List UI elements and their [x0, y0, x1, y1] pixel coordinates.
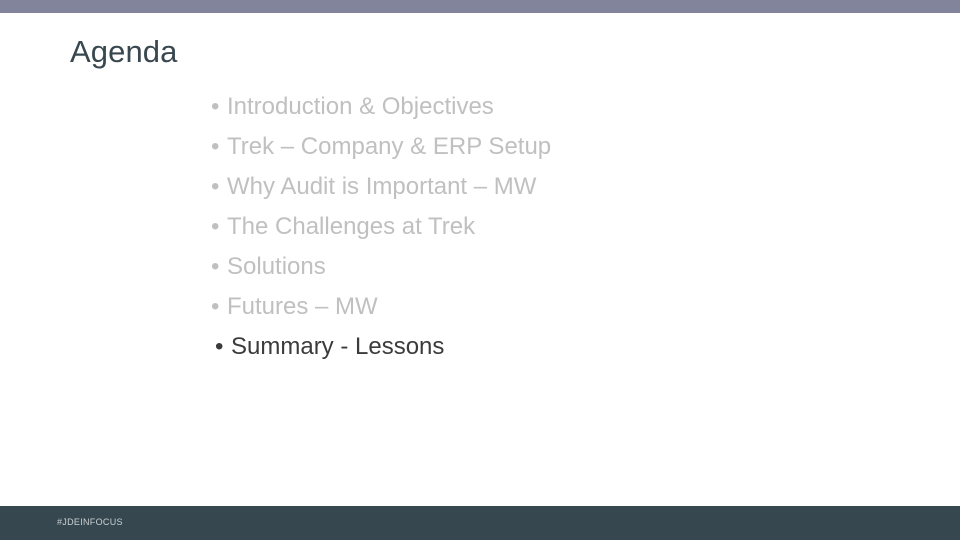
slide-canvas: Agenda • Introduction & Objectives • Tre… [0, 0, 960, 540]
bullet-icon: • [211, 213, 220, 240]
bullet-icon: • [211, 253, 220, 280]
list-item: • Why Audit is Important – MW [211, 167, 851, 207]
bullet-icon: • [211, 293, 220, 320]
agenda-item-label: Solutions [227, 253, 326, 280]
agenda-item-label: Why Audit is Important – MW [227, 173, 537, 200]
top-accent-bar [0, 0, 960, 13]
list-item: • The Challenges at Trek [211, 207, 851, 247]
bullet-icon: • [215, 333, 224, 360]
footer-bar [0, 506, 960, 540]
page-title: Agenda [70, 34, 178, 69]
agenda-item-label: Trek – Company & ERP Setup [227, 133, 552, 160]
bullet-icon: • [211, 133, 220, 160]
list-item: • Futures – MW [211, 287, 851, 327]
bullet-icon: • [211, 173, 220, 200]
agenda-item-label: Summary - Lessons [231, 333, 445, 360]
list-item: • Introduction & Objectives [211, 87, 851, 127]
footer-hashtag: #JDEINFOCUS [57, 517, 123, 527]
agenda-list: • Introduction & Objectives • Trek – Com… [211, 87, 851, 367]
agenda-item-label: Futures – MW [227, 293, 378, 320]
agenda-item-label: Introduction & Objectives [227, 93, 494, 120]
list-item: • Summary - Lessons [211, 327, 851, 367]
bullet-icon: • [211, 93, 220, 120]
list-item: • Trek – Company & ERP Setup [211, 127, 851, 167]
list-item: • Solutions [211, 247, 851, 287]
agenda-item-label: The Challenges at Trek [227, 213, 476, 240]
